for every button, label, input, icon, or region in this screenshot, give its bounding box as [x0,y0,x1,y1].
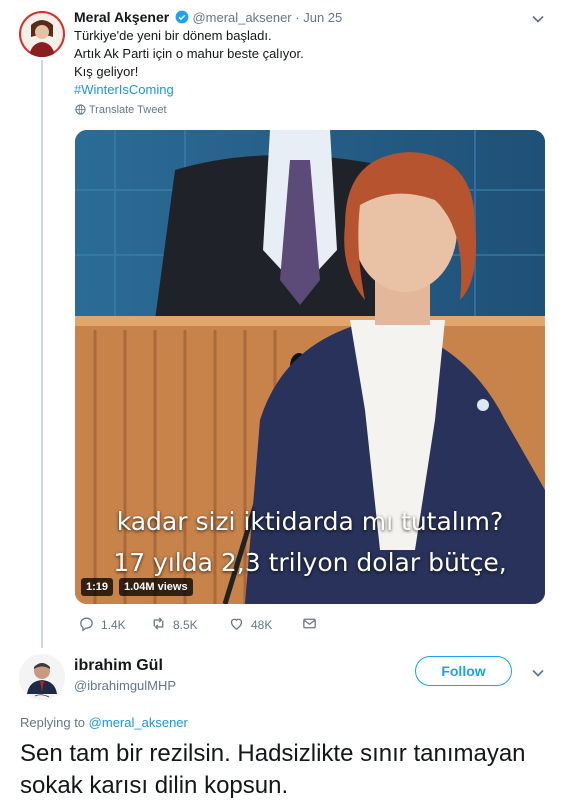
follow-button[interactable]: Follow [415,656,512,686]
envelope-icon [301,615,318,635]
like-count: 48K [251,618,273,632]
retweet-count: 8.5K [173,618,198,632]
author-handle[interactable]: @ibrahimgulMHP [74,678,176,693]
tweet-line: Türkiye'de yeni bir dönem başladı. [74,28,272,43]
chevron-down-icon[interactable] [531,666,545,680]
reply-text: Sen tam bir rezilsin. Hadsizlikte sınır … [20,740,526,799]
tweet-line: Kış geliyor! [74,64,139,79]
video-duration: 1:19 [81,578,114,596]
replying-to-label: Replying to [20,715,86,730]
tweet-text: Türkiye'de yeni bir dönem başladı. Artık… [74,27,534,99]
thread-connector-line [41,60,43,648]
author-name[interactable]: Meral Akşener [74,9,169,25]
tweet-line: Artık Ak Parti için o mahur beste çalıyo… [74,46,304,61]
tweet-date[interactable]: Jun 25 [303,10,342,25]
retweet-action[interactable]: 8.5K [150,615,198,635]
tweet-header: Meral Akşener @meral_aksener · Jun 25 [74,8,342,29]
avatar[interactable] [19,11,65,57]
reply-count: 1.4K [101,618,126,632]
like-action[interactable]: 48K [228,615,272,635]
author-handle[interactable]: @meral_aksener [192,10,291,25]
replying-to-handle[interactable]: @meral_aksener [89,715,188,730]
video-caption-line: 17 yılda 2,3 trilyon dolar bütçe, [113,548,507,577]
video-player[interactable]: kadar sizi iktidarda mı tutalım? 17 yıld… [75,130,545,604]
replying-to: Replying to @meral_aksener [20,715,188,730]
reply-icon [78,615,95,635]
separator: · [295,10,300,25]
translate-tweet-link[interactable]: Translate Tweet [75,104,167,118]
globe-icon [75,104,86,118]
author-name[interactable]: ibrahim Gül [74,657,163,675]
video-views: 1.04M views [119,578,193,596]
heart-icon [228,615,245,635]
video-caption-line: kadar sizi iktidarda mı tutalım? [116,507,504,536]
translate-label: Translate Tweet [88,104,167,116]
reply-action[interactable]: 1.4K [78,615,126,635]
retweet-icon [150,615,167,635]
hashtag-link[interactable]: #WinterIsComing [74,81,534,99]
dm-action[interactable] [301,615,318,635]
chevron-down-icon[interactable] [531,12,545,26]
avatar[interactable] [19,654,65,700]
